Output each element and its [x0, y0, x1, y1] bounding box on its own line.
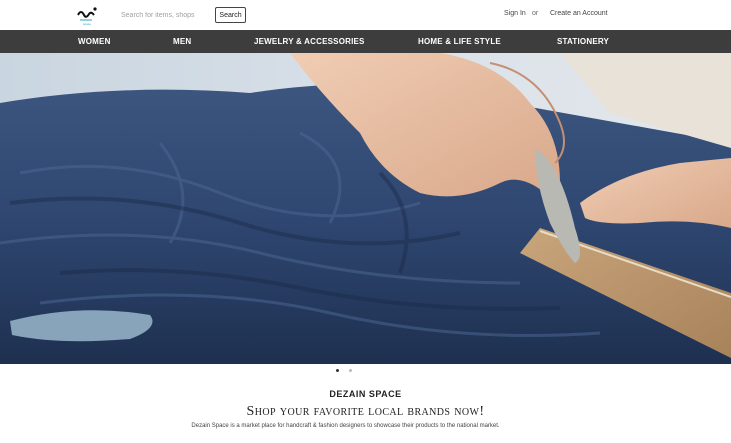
site-header: space Search Sign In or Create an Accoun… — [0, 0, 731, 30]
carousel-dot-1[interactable] — [336, 369, 339, 372]
nav-item-home-life-style[interactable]: HOME & LIFE STYLE — [418, 37, 501, 46]
svg-text:space: space — [83, 22, 91, 26]
nav-item-women[interactable]: WOMEN — [78, 37, 111, 46]
hero-banner-image[interactable] — [0, 53, 731, 364]
search-input[interactable] — [118, 7, 220, 23]
nav-item-men[interactable]: MEN — [173, 37, 191, 46]
create-account-link[interactable]: Create an Account — [550, 10, 608, 17]
site-logo[interactable]: space — [76, 3, 98, 27]
main-nav: WOMEN MEN JEWELRY & ACCESSORIES HOME & L… — [0, 30, 731, 53]
search-button[interactable]: Search — [215, 7, 246, 23]
hero-headline: Shop your favorite local brands now! — [246, 404, 485, 419]
nav-item-stationery[interactable]: STATIONERY — [557, 37, 609, 46]
carousel-dot-2[interactable] — [349, 369, 352, 372]
sign-in-link[interactable]: Sign In — [504, 10, 526, 17]
or-separator: or — [532, 10, 539, 17]
site-description: Dezain Space is a market place for handc… — [191, 423, 500, 429]
nav-item-jewelry-accessories[interactable]: JEWELRY & ACCESSORIES — [254, 37, 365, 46]
brand-title: DEZAIN SPACE — [329, 389, 402, 399]
